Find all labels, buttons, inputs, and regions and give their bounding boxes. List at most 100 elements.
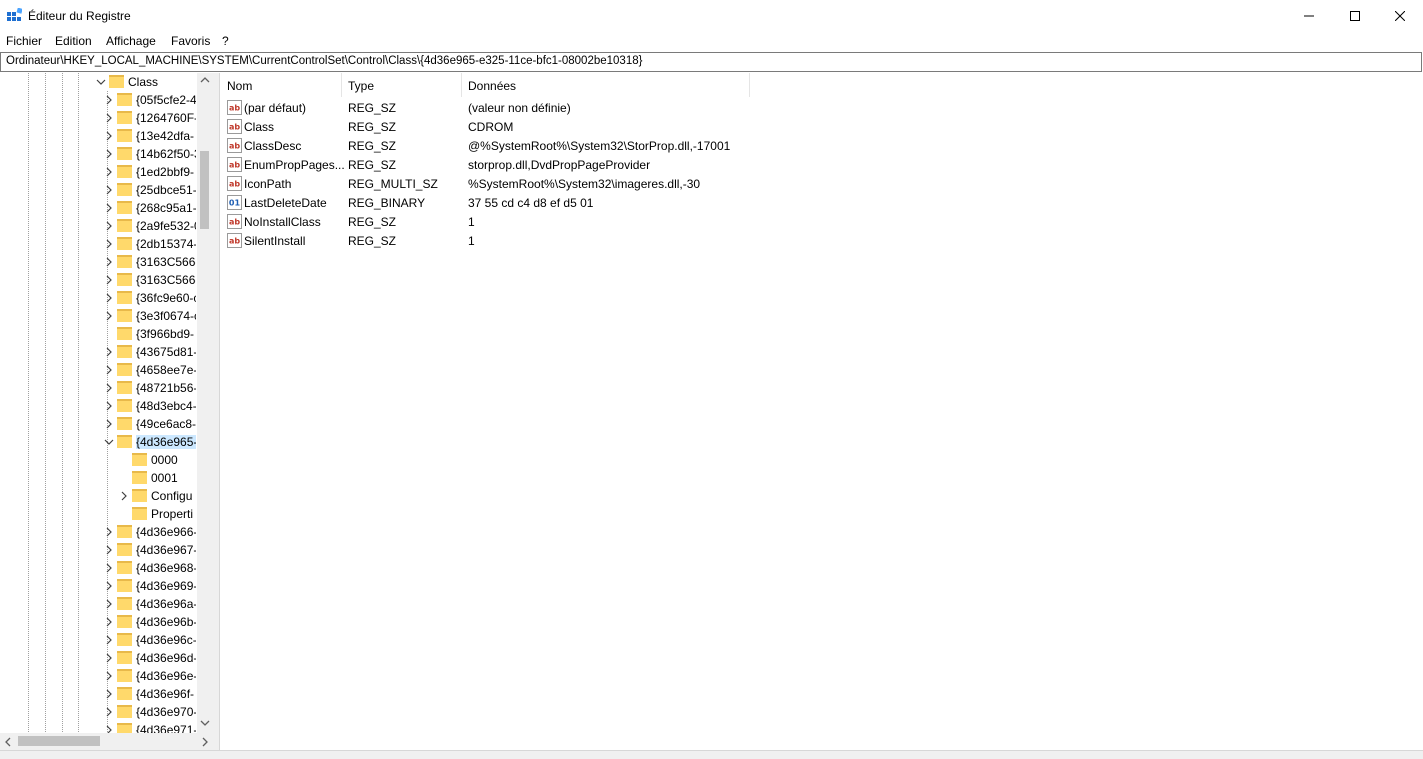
tree-item[interactable]: {4d36e969-: [0, 577, 214, 595]
tree-item[interactable]: {4658ee7e-: [0, 361, 214, 379]
value-row[interactable]: ab NoInstallClass REG_SZ 1: [220, 212, 1420, 231]
tree-item[interactable]: {3163C566-: [0, 271, 214, 289]
chevron-down-icon[interactable]: [96, 76, 106, 88]
tree-item[interactable]: {3163C566-: [0, 253, 214, 271]
menu-help[interactable]: ?: [222, 34, 229, 48]
tree-item[interactable]: {25dbce51-: [0, 181, 214, 199]
chevron-right-icon[interactable]: [104, 238, 114, 250]
scroll-left-icon[interactable]: [4, 737, 12, 747]
tree-item[interactable]: {3e3f0674-c: [0, 307, 214, 325]
tree-item[interactable]: {4d36e967-: [0, 541, 214, 559]
tree-item[interactable]: {2a9fe532-0: [0, 217, 214, 235]
tree-item[interactable]: {05f5cfe2-4: [0, 91, 214, 109]
maximize-button[interactable]: [1332, 0, 1378, 32]
chevron-right-icon[interactable]: [104, 616, 114, 628]
value-row[interactable]: ab (par défaut) REG_SZ (valeur non définie): [220, 98, 1420, 117]
tree-item[interactable]: Configu: [0, 487, 214, 505]
chevron-right-icon[interactable]: [104, 112, 114, 124]
chevron-right-icon[interactable]: [104, 166, 114, 178]
value-row[interactable]: ab IconPath REG_MULTI_SZ %SystemRoot%\Syste…: [220, 174, 1420, 193]
chevron-right-icon[interactable]: [104, 544, 114, 556]
chevron-right-icon[interactable]: [119, 490, 129, 502]
chevron-right-icon[interactable]: [104, 256, 114, 268]
tree-item[interactable]: {4d36e970-: [0, 703, 214, 721]
chevron-right-icon[interactable]: [104, 292, 114, 304]
chevron-right-icon[interactable]: [104, 310, 114, 322]
tree-item[interactable]: {1ed2bbf9-: [0, 163, 214, 181]
tree-item[interactable]: {268c95a1-: [0, 199, 214, 217]
chevron-right-icon[interactable]: [104, 400, 114, 412]
scroll-right-icon[interactable]: [201, 737, 209, 747]
tree-item[interactable]: Class: [0, 73, 214, 91]
value-row[interactable]: 01 LastDeleteDate REG_BINARY 37 55 cd c4 d8…: [220, 193, 1420, 212]
tree-item[interactable]: {49ce6ac8-: [0, 415, 214, 433]
column-header-donnees[interactable]: Données: [461, 73, 749, 97]
chevron-right-icon[interactable]: [104, 580, 114, 592]
address-bar[interactable]: Ordinateur\HKEY_LOCAL_MACHINE\SYSTEM\Cur…: [0, 52, 1422, 72]
chevron-right-icon[interactable]: [104, 670, 114, 682]
close-button[interactable]: [1377, 0, 1423, 32]
menu-edition[interactable]: Edition: [55, 34, 92, 48]
chevron-right-icon[interactable]: [104, 688, 114, 700]
minimize-button[interactable]: [1286, 0, 1332, 32]
tree-item[interactable]: 0001: [0, 469, 214, 487]
tree-item[interactable]: {4d36e966-: [0, 523, 214, 541]
menu-fichier[interactable]: Fichier: [6, 34, 42, 48]
tree-item[interactable]: {48721b56-: [0, 379, 214, 397]
tree-item[interactable]: {4d36e965-: [0, 433, 214, 451]
tree-item[interactable]: {4d36e96d-: [0, 649, 214, 667]
chevron-down-icon[interactable]: [104, 436, 114, 448]
chevron-right-icon[interactable]: [104, 652, 114, 664]
tree-item[interactable]: {2db15374-: [0, 235, 214, 253]
tree-item[interactable]: {13e42dfa-: [0, 127, 214, 145]
scroll-up-icon[interactable]: [200, 76, 210, 84]
menu-affichage[interactable]: Affichage: [106, 34, 156, 48]
chevron-right-icon[interactable]: [104, 130, 114, 142]
tree-item[interactable]: {4d36e968-: [0, 559, 214, 577]
value-row[interactable]: ab SilentInstall REG_SZ 1: [220, 231, 1420, 250]
tree-vscroll-thumb[interactable]: [200, 151, 209, 229]
chevron-right-icon[interactable]: [104, 562, 114, 574]
tree-item[interactable]: {14b62f50-3: [0, 145, 214, 163]
chevron-right-icon[interactable]: [104, 382, 114, 394]
tree-item[interactable]: {4d36e96b-: [0, 613, 214, 631]
value-row[interactable]: ab Class REG_SZ CDROM: [220, 117, 1420, 136]
chevron-right-icon[interactable]: [104, 220, 114, 232]
values-list[interactable]: Nom Type Données ab (par défaut) REG_SZ (va…: [219, 73, 1423, 750]
tree-item[interactable]: {36fc9e60-c: [0, 289, 214, 307]
tree-item[interactable]: {48d3ebc4-: [0, 397, 214, 415]
key-tree[interactable]: Class {05f5cfe2-4 {1264760F- {13e42dfa- {14b…: [0, 73, 214, 750]
chevron-right-icon[interactable]: [104, 94, 114, 106]
tree-hscroll-thumb[interactable]: [18, 736, 100, 746]
chevron-right-icon[interactable]: [104, 148, 114, 160]
chevron-right-icon[interactable]: [104, 184, 114, 196]
tree-item[interactable]: {43675d81-: [0, 343, 214, 361]
menu-favoris[interactable]: Favoris: [171, 34, 210, 48]
value-row[interactable]: ab EnumPropPages... REG_SZ storprop.dll,Dvd…: [220, 155, 1420, 174]
tree-horizontal-scrollbar[interactable]: [0, 733, 214, 750]
tree-item[interactable]: Properti: [0, 505, 214, 523]
column-header-type[interactable]: Type: [341, 73, 461, 97]
column-separator[interactable]: [749, 73, 750, 97]
value-row[interactable]: ab ClassDesc REG_SZ @%SystemRoot%\System32\…: [220, 136, 1420, 155]
chevron-right-icon[interactable]: [104, 598, 114, 610]
chevron-right-icon[interactable]: [104, 274, 114, 286]
column-header-nom[interactable]: Nom: [220, 73, 341, 97]
tree-item[interactable]: {3f966bd9-: [0, 325, 214, 343]
tree-item[interactable]: {1264760F-: [0, 109, 214, 127]
tree-vertical-scrollbar[interactable]: [197, 73, 214, 733]
tree-item[interactable]: {4d36e96e-: [0, 667, 214, 685]
tree-item[interactable]: 0000: [0, 451, 214, 469]
folder-icon: [117, 183, 132, 196]
tree-item[interactable]: {4d36e96a-: [0, 595, 214, 613]
chevron-right-icon[interactable]: [104, 634, 114, 646]
tree-item[interactable]: {4d36e96f-: [0, 685, 214, 703]
chevron-right-icon[interactable]: [104, 418, 114, 430]
scroll-down-icon[interactable]: [200, 719, 210, 727]
chevron-right-icon[interactable]: [104, 364, 114, 376]
chevron-right-icon[interactable]: [104, 202, 114, 214]
chevron-right-icon[interactable]: [104, 706, 114, 718]
chevron-right-icon[interactable]: [104, 526, 114, 538]
tree-item[interactable]: {4d36e96c-: [0, 631, 214, 649]
chevron-right-icon[interactable]: [104, 346, 114, 358]
